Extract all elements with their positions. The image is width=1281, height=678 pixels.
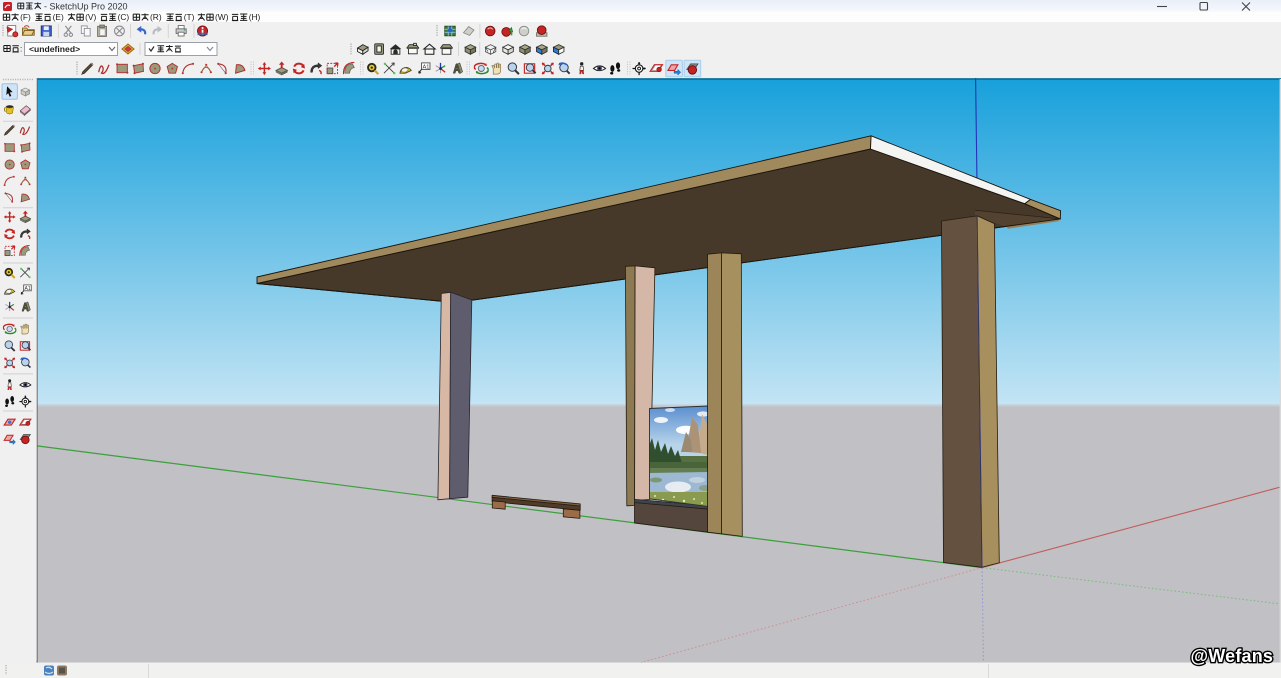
svg-text:(C): (C) (118, 12, 130, 22)
svg-text:(H): (H) (249, 12, 261, 22)
svg-text:(R): (R) (150, 12, 162, 22)
svg-text:(V): (V) (85, 12, 96, 22)
svg-text:(W): (W) (215, 12, 229, 22)
svg-text:- SketchUp Pro 2020: - SketchUp Pro 2020 (44, 1, 128, 11)
svg-text:(E): (E) (53, 12, 64, 22)
svg-text:<undefined>: <undefined> (29, 44, 80, 54)
svg-text:(T): (T) (184, 12, 195, 22)
svg-text::: : (20, 45, 22, 54)
svg-text:(F): (F) (20, 12, 31, 22)
